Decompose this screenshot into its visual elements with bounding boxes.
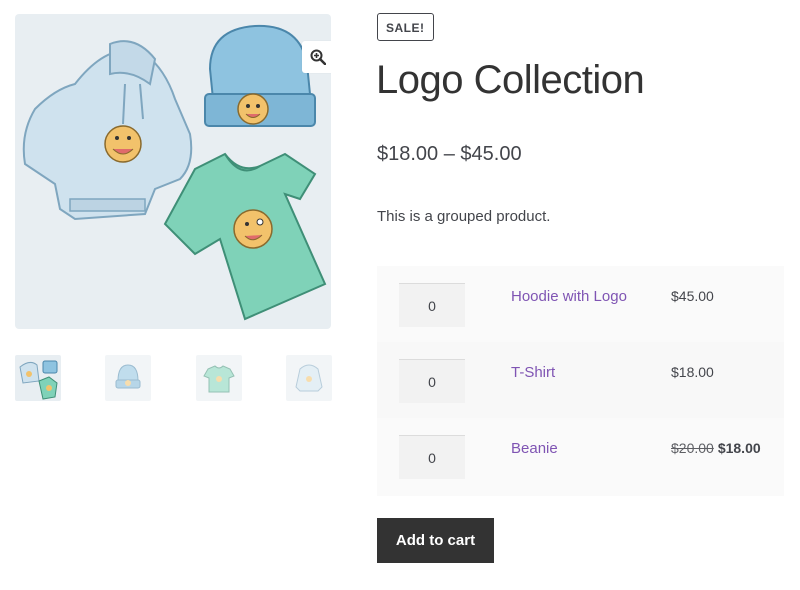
add-to-cart-button[interactable]: Add to cart xyxy=(377,518,494,563)
product-link-tshirt[interactable]: T-Shirt xyxy=(511,364,555,381)
price-range: $18.00 – $45.00 xyxy=(377,143,522,165)
gallery-thumbnails xyxy=(15,355,335,401)
product-description: This is a grouped product. xyxy=(377,208,551,225)
table-row: Beanie $20.00$18.00 xyxy=(377,418,784,494)
product-illustration xyxy=(22,24,327,321)
thumb-logo-collection[interactable] xyxy=(15,355,61,401)
product-price: $18.00 xyxy=(671,364,714,380)
grouped-products-table: Hoodie with Logo $45.00 T-Shirt $18.00 B… xyxy=(377,266,784,496)
quantity-input[interactable] xyxy=(399,435,465,479)
thumb-tshirt[interactable] xyxy=(196,355,242,401)
table-row: Hoodie with Logo $45.00 xyxy=(377,266,784,342)
thumb-beanie[interactable] xyxy=(105,355,151,401)
quantity-input[interactable] xyxy=(399,359,465,403)
hoodie-illustration xyxy=(22,40,193,221)
quantity-input[interactable] xyxy=(399,283,465,327)
sale-badge: SALE! xyxy=(377,13,434,41)
sale-price: $18.00 xyxy=(717,440,761,456)
product-main-image[interactable] xyxy=(15,14,331,329)
zoom-in-icon xyxy=(310,49,326,65)
thumb-hoodie[interactable] xyxy=(286,355,332,401)
product-link-hoodie[interactable]: Hoodie with Logo xyxy=(511,288,627,305)
beanie-illustration xyxy=(204,24,316,127)
tshirt-illustration xyxy=(163,152,327,321)
product-title: Logo Collection xyxy=(376,58,645,102)
regular-price: $20.00 xyxy=(671,440,714,456)
product-link-beanie[interactable]: Beanie xyxy=(511,440,558,457)
product-price: $20.00 $18.00 xyxy=(671,440,761,456)
product-price: $45.00 xyxy=(671,288,714,304)
table-row: T-Shirt $18.00 xyxy=(377,342,784,418)
zoom-button[interactable] xyxy=(302,41,331,73)
